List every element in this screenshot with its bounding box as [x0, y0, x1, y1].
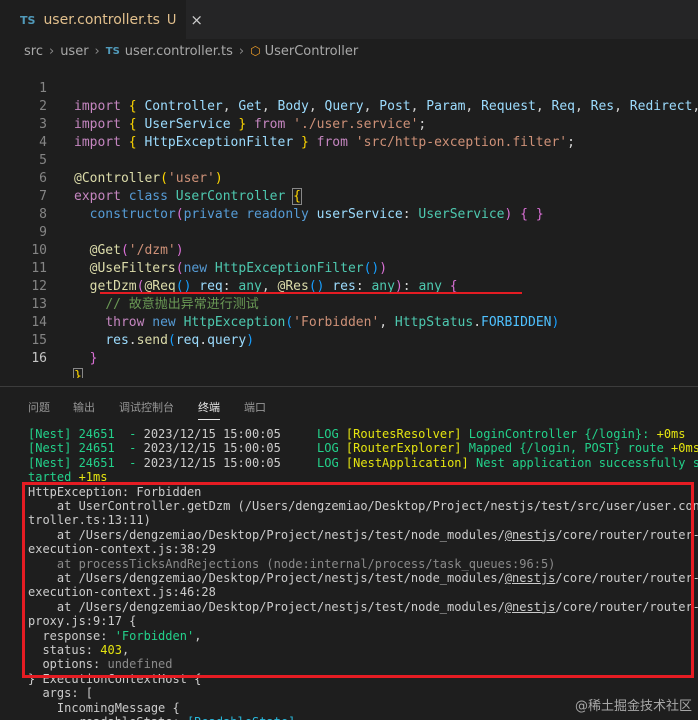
watermark: @稀土掘金技术社区	[574, 699, 692, 714]
breadcrumb-file[interactable]: user.controller.ts	[125, 44, 233, 59]
code-line: 5 @Controller('user')	[0, 134, 698, 186]
tab-user-controller[interactable]: TS user.controller.ts U ×	[0, 0, 203, 40]
terminal-line: at processTicksAndRejections (node:inter…	[28, 556, 556, 571]
terminal-line: args: [	[28, 686, 94, 701]
chevron-right-icon: ›	[48, 43, 55, 59]
code-line: 4	[0, 116, 698, 150]
highlight-underline	[100, 292, 522, 294]
terminal-line: tarted +1ms	[28, 470, 108, 485]
code-line: 3 import { HttpExceptionFilter } from 's…	[0, 98, 698, 150]
tab-problems[interactable]: 问题	[28, 399, 50, 415]
terminal-line: options: undefined	[28, 657, 173, 672]
chevron-right-icon: ›	[238, 43, 245, 59]
breadcrumb: src › user › TS user.controller.ts › ⬡ U…	[0, 40, 698, 62]
editor-tab-bar: TS user.controller.ts U ×	[0, 0, 698, 40]
terminal-line: at UserController.getDzm (/Users/dengzem…	[28, 499, 698, 513]
code-editor[interactable]: 1 import { Controller, Get, Body, Query,…	[0, 62, 698, 378]
typescript-file-icon: TS	[105, 45, 120, 57]
code-line: 14 res.send(req.query)	[0, 296, 698, 348]
tab-debug-console[interactable]: 调试控制台	[119, 399, 174, 415]
terminal-line: } ExecutionContextHost {	[28, 671, 202, 686]
code-line: 11 getDzm(@Req() req: any, @Res() res: a…	[0, 242, 698, 294]
chevron-right-icon: ›	[94, 43, 100, 59]
breadcrumb-src[interactable]: src	[24, 44, 43, 59]
terminal-line: [Nest] 24651 - 2023/12/15 15:00:05 LOG […	[28, 455, 698, 470]
terminal-line: _readableState: [ReadableState],	[28, 715, 302, 720]
terminal-line: response: 'Forbidden',	[28, 628, 202, 643]
code-line: 7 constructor(private readonly userServi…	[0, 170, 698, 222]
tab-filename: user.controller.ts	[43, 12, 160, 28]
breadcrumb-user[interactable]: user	[60, 44, 88, 59]
terminal-output[interactable]: [Nest] 24651 - 2023/12/15 15:00:05 LOG […	[0, 423, 698, 720]
code-line: 6 export class UserController {	[0, 152, 698, 205]
tab-ports[interactable]: 端口	[244, 399, 266, 415]
bottom-panel: 问题 输出 调试控制台 终端 端口 [Nest] 24651 - 2023/12…	[0, 386, 698, 720]
terminal-line: [Nest] 24651 - 2023/12/15 15:00:05 LOG […	[28, 427, 686, 441]
terminal-line: at /Users/dengzemiao/Desktop/Project/nes…	[28, 527, 698, 542]
code-line: 16 }	[0, 332, 698, 378]
code-line: 2 import { UserService } from './user.se…	[0, 80, 698, 132]
class-symbol-icon: ⬡	[250, 44, 261, 58]
terminal-line: troller.ts:13:11)	[28, 513, 151, 528]
code-line: 9 @Get('/dzm')	[0, 206, 698, 258]
terminal-line: execution-context.js:38:29	[28, 542, 216, 557]
code-line: 12 // 故意抛出异常进行测试	[0, 260, 698, 312]
terminal-line: at /Users/dengzemiao/Desktop/Project/nes…	[28, 599, 698, 614]
terminal-line: status: 403,	[28, 643, 130, 657]
terminal-line: at /Users/dengzemiao/Desktop/Project/nes…	[28, 571, 698, 585]
code-line: 8	[0, 188, 698, 222]
tab-output[interactable]: 输出	[73, 399, 95, 415]
code-line: 1 import { Controller, Get, Body, Query,…	[0, 62, 698, 114]
terminal-line: execution-context.js:46:28	[28, 585, 216, 600]
git-untracked-badge: U	[166, 12, 177, 28]
code-line: 10 @UseFilters(new HttpExceptionFilter()…	[0, 224, 698, 276]
panel-tab-bar: 问题 输出 调试控制台 终端 端口	[0, 387, 698, 423]
typescript-file-icon: TS	[20, 13, 36, 27]
terminal-line: IncomingMessage {	[28, 700, 180, 715]
terminal-line: proxy.js:9:17 {	[28, 614, 137, 629]
line-number: 16	[31, 351, 47, 366]
terminal-line: [Nest] 24651 - 2023/12/15 15:00:05 LOG […	[28, 441, 698, 456]
terminal-line: HttpException: Forbidden	[28, 484, 202, 499]
close-icon[interactable]: ×	[190, 11, 203, 29]
breadcrumb-class[interactable]: UserController	[265, 44, 359, 59]
tab-terminal[interactable]: 终端	[198, 399, 220, 420]
code-line: 15 }	[0, 314, 698, 366]
